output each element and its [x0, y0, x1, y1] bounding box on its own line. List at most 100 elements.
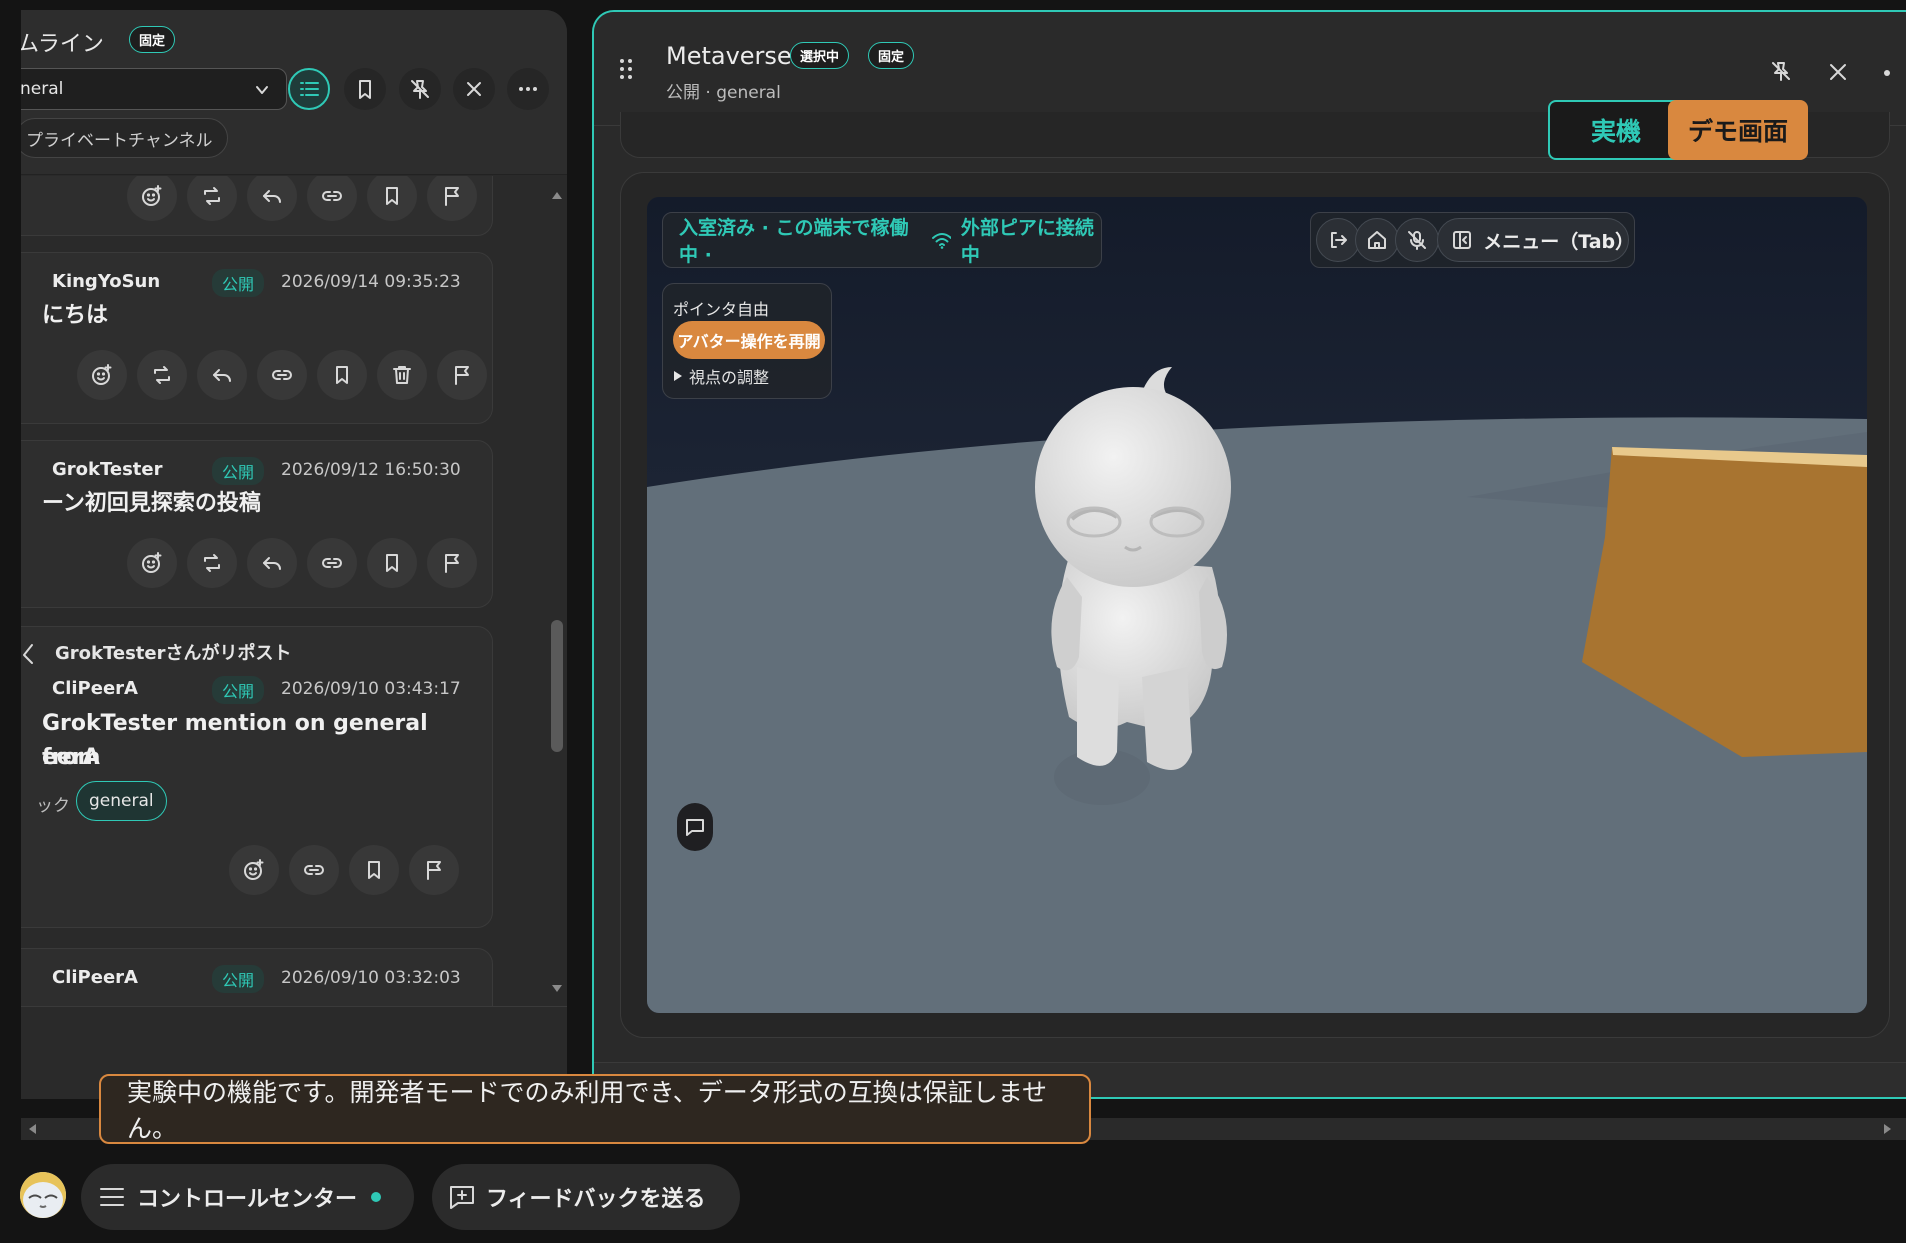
- post-author: KingYoSun: [52, 271, 161, 292]
- experimental-toast: 実験中の機能です。開発者モードでのみ利用でき、データ形式の互換は保証しません。: [99, 1074, 1091, 1144]
- close-timeline-button[interactable]: [453, 68, 495, 110]
- reply-icon: [213, 369, 231, 382]
- real-device-button[interactable]: 実機: [1548, 100, 1684, 160]
- reply-button[interactable]: [247, 176, 297, 221]
- unpin-metaverse-button[interactable]: [1770, 60, 1794, 84]
- demo-screen-button[interactable]: デモ画面: [1668, 100, 1808, 160]
- home-button[interactable]: [1355, 218, 1399, 262]
- wifi-icon: [931, 233, 951, 249]
- bookmark-icon: [386, 187, 398, 205]
- repost-button[interactable]: [187, 538, 237, 588]
- reaction-button[interactable]: [127, 538, 177, 588]
- post-actions: [77, 350, 487, 400]
- copy-link-button[interactable]: [257, 350, 307, 400]
- post-timestamp: 2026/09/12 16:50:30: [281, 460, 461, 480]
- bookmark-icon: [336, 366, 348, 384]
- chevron-down-icon: [256, 86, 268, 94]
- chat-button[interactable]: [677, 803, 713, 851]
- reply-icon: [263, 557, 281, 570]
- exit-room-button[interactable]: [1316, 218, 1360, 262]
- timeline-feed: KingYoSun 公開 2026/09/14 09:35:23 にちは Gro…: [21, 176, 541, 1006]
- post-body-line-2: eerA: [42, 745, 100, 770]
- tag-chip[interactable]: general: [76, 781, 167, 821]
- channel-select[interactable]: neral: [21, 68, 287, 110]
- more-button[interactable]: [507, 68, 549, 110]
- scroll-thumb[interactable]: [551, 620, 563, 752]
- feedback-button[interactable]: フィードバックを送る: [432, 1164, 740, 1230]
- home-icon: [1368, 231, 1386, 249]
- pointer-panel: ポインタ自由 アバター操作を再開 視点の調整: [662, 283, 832, 399]
- timeline-scrollbar[interactable]: [546, 176, 567, 1006]
- private-channel-chip[interactable]: プライベートチャンネル: [21, 118, 228, 158]
- link-icon: [272, 370, 292, 380]
- repost-button[interactable]: [187, 176, 237, 221]
- emoji-add-icon: [142, 552, 162, 573]
- link-icon: [322, 558, 342, 568]
- post-actions: [127, 176, 477, 221]
- flag-icon: [445, 187, 459, 206]
- pin-off-icon: [411, 80, 429, 99]
- report-button[interactable]: [427, 538, 477, 588]
- reply-icon: [263, 190, 281, 203]
- reaction-button[interactable]: [229, 845, 279, 895]
- copy-link-button[interactable]: [307, 538, 357, 588]
- copy-link-button[interactable]: [307, 176, 357, 221]
- close-icon: [467, 82, 481, 96]
- bookmark-post-button[interactable]: [349, 845, 399, 895]
- timeline-panel: ムライン 固定 neral プライベートチャンネル KingYoSun 公開 2…: [21, 10, 567, 1099]
- post-author: CliPeerA: [52, 678, 138, 699]
- reaction-button[interactable]: [127, 176, 177, 221]
- metaverse-viewport[interactable]: 入室済み · この端末で稼働中 · 外部ピアに接続中 メニュー（Tab） ポイン…: [647, 197, 1867, 1013]
- scene-toolbar: メニュー（Tab）: [1310, 212, 1635, 268]
- repost-icon: [154, 366, 170, 384]
- emoji-add-icon: [92, 364, 112, 385]
- post-timestamp: 2026/09/10 03:43:17: [281, 679, 461, 699]
- delete-button[interactable]: [377, 350, 427, 400]
- copy-link-button[interactable]: [289, 845, 339, 895]
- report-button[interactable]: [427, 176, 477, 221]
- status-dot: [371, 1192, 382, 1202]
- unpin-button[interactable]: [399, 68, 441, 110]
- link-icon: [322, 191, 342, 201]
- resume-avatar-button[interactable]: アバター操作を再開: [673, 321, 825, 359]
- list-view-button[interactable]: [288, 68, 330, 110]
- drag-handle-icon[interactable]: [619, 58, 633, 80]
- report-button[interactable]: [437, 350, 487, 400]
- mic-off-icon: [1408, 231, 1426, 250]
- post-author: CliPeerA: [52, 967, 138, 988]
- view-adjust-toggle[interactable]: 視点の調整: [673, 364, 769, 388]
- timeline-post: CliPeerA 公開 2026/09/10 03:32:03: [21, 948, 493, 1006]
- flag-icon: [427, 861, 441, 880]
- bookmark-post-button[interactable]: [317, 350, 367, 400]
- metaverse-panel: Metaverse 選択中 固定 公開 · general 入室済み · この端…: [592, 10, 1906, 1099]
- selected-badge: 選択中: [790, 42, 850, 69]
- report-button[interactable]: [409, 845, 459, 895]
- reaction-button[interactable]: [77, 350, 127, 400]
- more-icon[interactable]: [1884, 70, 1890, 76]
- reply-button[interactable]: [247, 538, 297, 588]
- mute-mic-button[interactable]: [1395, 218, 1439, 262]
- chat-icon: [686, 819, 704, 836]
- metaverse-title: Metaverse: [666, 42, 792, 70]
- timeline-title: ムライン: [21, 32, 104, 57]
- metaverse-subtitle: 公開 · general: [666, 83, 781, 103]
- caret-right-icon: [674, 371, 682, 381]
- control-center-button[interactable]: コントロールセンター: [81, 1164, 414, 1230]
- bookmark-icon: [359, 80, 371, 99]
- bookmark-button[interactable]: [344, 68, 386, 110]
- timeline-post: GrokTesterさんがリポスト CliPeerA 公開 2026/09/10…: [21, 626, 493, 928]
- close-icon: [1830, 64, 1846, 80]
- timeline-post: KingYoSun 公開 2026/09/14 09:35:23 にちは: [21, 252, 493, 424]
- repost-note: GrokTesterさんがリポスト: [55, 643, 292, 664]
- scroll-up-icon: [552, 192, 562, 199]
- avatar[interactable]: [20, 1172, 66, 1218]
- scene-container: 入室済み · この端末で稼働中 · 外部ピアに接続中 メニュー（Tab） ポイン…: [620, 172, 1890, 1038]
- repost-button[interactable]: [137, 350, 187, 400]
- menu-button[interactable]: メニュー（Tab）: [1437, 218, 1634, 262]
- link-icon: [304, 865, 324, 875]
- bookmark-post-button[interactable]: [367, 538, 417, 588]
- bookmark-post-button[interactable]: [367, 176, 417, 221]
- close-metaverse-button[interactable]: [1826, 60, 1850, 84]
- reply-button[interactable]: [197, 350, 247, 400]
- visibility-badge: 公開: [212, 965, 265, 993]
